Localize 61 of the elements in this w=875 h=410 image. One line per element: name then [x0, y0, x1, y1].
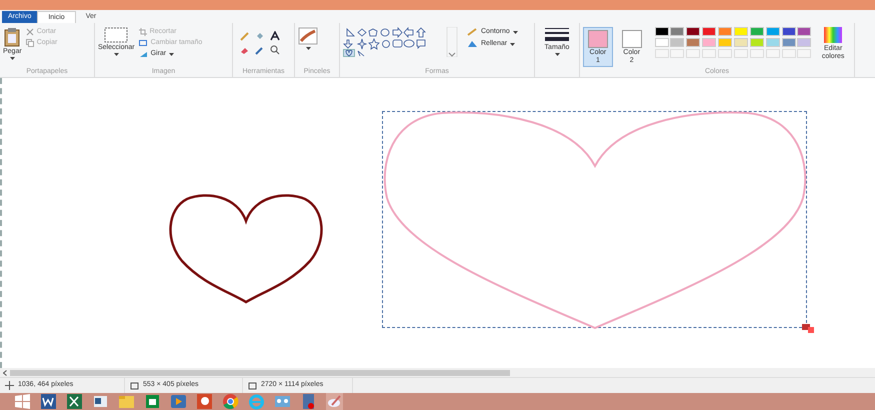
- palette-color-swatch[interactable]: [750, 27, 764, 36]
- brush-icon: [298, 27, 318, 45]
- caret-icon: [114, 53, 119, 56]
- palette-color-swatch[interactable]: [718, 27, 732, 36]
- outline-brush-icon: [467, 28, 478, 36]
- powerpoint-app-icon[interactable]: [196, 393, 213, 410]
- palette-color-swatch[interactable]: [797, 38, 812, 47]
- palette-color-swatch[interactable]: [750, 38, 764, 47]
- palette-color-swatch[interactable]: [766, 38, 780, 47]
- rotate-icon: [138, 50, 148, 58]
- control-panel-app-icon[interactable]: [274, 393, 291, 410]
- text-tool-icon[interactable]: [270, 31, 280, 41]
- caret-icon: [10, 57, 15, 60]
- caret-icon: [510, 42, 516, 46]
- paint-app-icon[interactable]: [326, 393, 343, 410]
- palette-color-swatch[interactable]: [654, 27, 669, 36]
- palette-color-swatch[interactable]: [734, 27, 748, 36]
- resize-icon: [138, 39, 148, 47]
- palette-color-swatch[interactable]: [670, 38, 684, 47]
- cursor-icon: [802, 324, 815, 333]
- scroll-left-icon[interactable]: [3, 370, 7, 376]
- window-app-icon[interactable]: [92, 393, 109, 410]
- palette-color-swatch[interactable]: [686, 27, 700, 36]
- palette-color-swatch[interactable]: [718, 38, 732, 47]
- windows-logo-icon[interactable]: [14, 393, 31, 410]
- caret-icon: [512, 30, 518, 34]
- palette-color-swatch[interactable]: [734, 38, 748, 47]
- video-app-icon[interactable]: [170, 393, 187, 410]
- selection-rectangle-icon: [104, 27, 128, 43]
- palette-color-swatch[interactable]: [766, 27, 780, 36]
- excel-app-icon[interactable]: [66, 393, 83, 410]
- crop-icon: [138, 28, 147, 36]
- pencil-icon[interactable]: [240, 31, 250, 41]
- chrome-app-icon[interactable]: [222, 393, 239, 410]
- palette-color-swatch[interactable]: [797, 27, 812, 36]
- palette-color-swatch[interactable]: [686, 38, 700, 47]
- scissors-icon: [26, 28, 34, 36]
- magnifier-icon[interactable]: [270, 45, 280, 55]
- copy-icon: [26, 39, 34, 47]
- image-size-icon: [248, 381, 257, 390]
- folder-icon[interactable]: [118, 393, 135, 410]
- palette-color-swatch[interactable]: [654, 38, 669, 47]
- palette-color-swatch[interactable]: [782, 38, 796, 47]
- color-spectrum-icon: [824, 27, 842, 43]
- brushes-button[interactable]: [298, 27, 318, 50]
- crosshair-icon: [5, 381, 14, 390]
- color-picker-icon[interactable]: [255, 45, 265, 55]
- palette-color-swatch[interactable]: [670, 27, 684, 36]
- caret-icon: [554, 53, 560, 56]
- horizontal-scrollbar[interactable]: [10, 370, 510, 376]
- store-app-icon[interactable]: [144, 393, 161, 410]
- eraser-icon[interactable]: [240, 45, 250, 55]
- caret-icon: [306, 47, 310, 50]
- line-width-icon: [545, 27, 569, 43]
- palette-color-swatch[interactable]: [702, 38, 716, 47]
- selection-size-icon: [130, 381, 139, 390]
- palette-color-swatch[interactable]: [702, 27, 716, 36]
- caret-icon: [169, 52, 174, 56]
- word-app-icon[interactable]: [40, 393, 57, 410]
- clipboard-icon: [3, 27, 22, 47]
- palette-color-swatch[interactable]: [782, 27, 796, 36]
